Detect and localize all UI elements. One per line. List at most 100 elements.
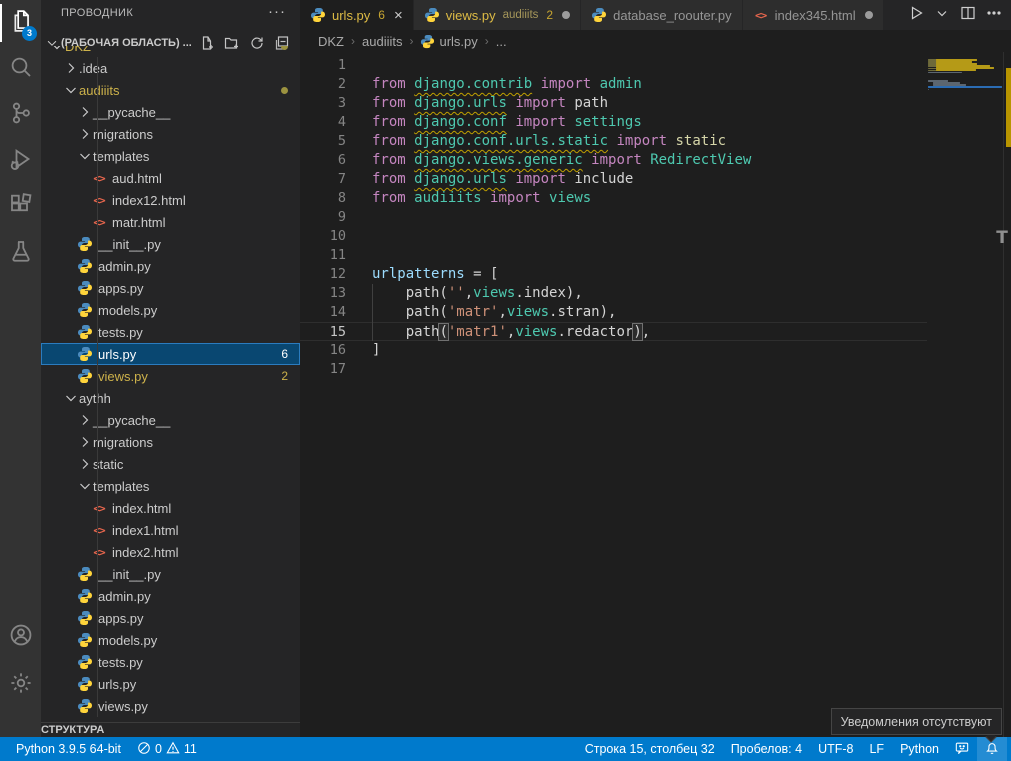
status-indentation[interactable]: Пробелов: 4 bbox=[723, 737, 810, 761]
tree-item-index12.html[interactable]: <>index12.html bbox=[41, 189, 300, 211]
tree-item-static[interactable]: static bbox=[41, 453, 300, 475]
tree-item-models.py[interactable]: models.py bbox=[41, 299, 300, 321]
tree-item-aythh[interactable]: aythh bbox=[41, 387, 300, 409]
python-icon bbox=[77, 676, 93, 692]
overview-ruler[interactable] bbox=[1003, 52, 1011, 737]
tree-item-index2.html[interactable]: <>index2.html bbox=[41, 541, 300, 563]
tree-item-views.py[interactable]: views.py2 bbox=[41, 365, 300, 387]
tree-item-templates[interactable]: templates bbox=[41, 145, 300, 167]
code-line-7: 7from django.urls import include bbox=[300, 170, 927, 189]
source-control-icon bbox=[9, 101, 33, 130]
tree-item-__init__.py[interactable]: __init__.py bbox=[41, 233, 300, 255]
tree-item-admin.py[interactable]: admin.py bbox=[41, 255, 300, 277]
overview-ruler-warning-marker bbox=[1006, 68, 1011, 147]
tree-item-__init__.py[interactable]: __init__.py bbox=[41, 563, 300, 585]
tree-item-audiiits[interactable]: audiiits bbox=[41, 79, 300, 101]
python-icon bbox=[77, 280, 93, 296]
breadcrumb-item-urls.py[interactable]: urls.py bbox=[439, 34, 477, 49]
status-label: Строка 15, столбец 32 bbox=[585, 742, 715, 756]
vscode-window: 3 ПРОВОДНИК ··· (РАБОЧАЯ ОБЛАСТЬ) ... DK… bbox=[0, 0, 1011, 761]
breadcrumb-item-DKZ[interactable]: DKZ bbox=[318, 34, 344, 49]
status-eol[interactable]: LF bbox=[861, 737, 892, 761]
tab-index345.html[interactable]: <>index345.html bbox=[743, 0, 884, 30]
tab-database_roouter.py[interactable]: database_roouter.py bbox=[581, 0, 743, 30]
line-content: from django.views.generic import Redirec… bbox=[346, 151, 751, 170]
breadcrumb-separator: › bbox=[485, 34, 489, 48]
tree-item-models.py[interactable]: models.py bbox=[41, 629, 300, 651]
more-actions-button[interactable] bbox=[983, 4, 1005, 26]
chevron-down-icon bbox=[63, 390, 79, 406]
html-icon: <> bbox=[91, 522, 107, 538]
tree-item-label: matr.html bbox=[112, 215, 165, 230]
error-icon bbox=[137, 741, 151, 758]
tree-item-label: index1.html bbox=[112, 523, 178, 538]
sidebar-more-actions-button[interactable]: ··· bbox=[268, 3, 286, 20]
activity-bar-item-run-and-debug[interactable] bbox=[0, 138, 41, 184]
chevron-right-icon bbox=[77, 104, 93, 120]
tree-item-apps.py[interactable]: apps.py bbox=[41, 607, 300, 629]
tab-label: urls.py bbox=[332, 8, 370, 23]
tree-item-urls.py[interactable]: urls.py bbox=[41, 673, 300, 695]
tree-item-templates[interactable]: templates bbox=[41, 475, 300, 497]
code-line-15: 15 path('matr1',views.redactor), bbox=[300, 322, 927, 341]
tree-item-tests.py[interactable]: tests.py bbox=[41, 651, 300, 673]
line-content: ] bbox=[346, 341, 380, 360]
status-encoding[interactable]: UTF-8 bbox=[810, 737, 861, 761]
tree-item-aud.html[interactable]: <>aud.html bbox=[41, 167, 300, 189]
minimap[interactable] bbox=[928, 57, 1002, 177]
tab-views.py[interactable]: views.pyaudiiits2 bbox=[414, 0, 581, 30]
tree-item-label: tests.py bbox=[98, 655, 143, 670]
activity-bar-item-settings[interactable] bbox=[0, 661, 41, 709]
tab-label: index345.html bbox=[775, 8, 856, 23]
tree-item-index.html[interactable]: <>index.html bbox=[41, 497, 300, 519]
breadcrumb[interactable]: DKZ›audiiits›urls.py›... bbox=[300, 30, 1011, 52]
tree-item-matr.html[interactable]: <>matr.html bbox=[41, 211, 300, 233]
activity-bar-item-explorer[interactable]: 3 bbox=[0, 0, 41, 46]
split-editor-button[interactable] bbox=[957, 4, 979, 26]
python-icon bbox=[424, 7, 440, 23]
code-line-4: 4from django.conf import settings bbox=[300, 113, 927, 132]
breadcrumb-item-audiiits[interactable]: audiiits bbox=[362, 34, 402, 49]
chevron-down-icon bbox=[49, 46, 65, 54]
breadcrumb-item-...[interactable]: ... bbox=[496, 34, 507, 49]
tree-item-admin.py[interactable]: admin.py bbox=[41, 585, 300, 607]
html-icon: <> bbox=[91, 170, 107, 186]
run-button[interactable] bbox=[905, 4, 927, 26]
outline-section-header[interactable]: СТРУКТУРА bbox=[41, 722, 300, 737]
status-problems[interactable]: 011 bbox=[129, 737, 205, 761]
activity-bar-item-search[interactable] bbox=[0, 46, 41, 92]
tree-item-.idea[interactable]: .idea bbox=[41, 57, 300, 79]
code-editor[interactable]: 12from django.contrib import admin3from … bbox=[300, 52, 1011, 737]
status-cursor-position[interactable]: Строка 15, столбец 32 bbox=[577, 737, 723, 761]
python-icon bbox=[77, 698, 93, 714]
tree-item-views.py[interactable]: views.py bbox=[41, 695, 300, 717]
tab-urls.py[interactable]: urls.py6× bbox=[300, 0, 414, 30]
activity-bar-item-accounts[interactable] bbox=[0, 613, 41, 661]
activity-bar-item-testing[interactable] bbox=[0, 230, 41, 276]
line-number: 1 bbox=[300, 56, 346, 75]
close-icon[interactable]: × bbox=[394, 8, 403, 23]
tree-item-urls.py[interactable]: urls.py6 bbox=[41, 343, 300, 365]
activity-bar-item-source-control[interactable] bbox=[0, 92, 41, 138]
tree-item-DKZ[interactable]: DKZ bbox=[41, 46, 300, 57]
status-language-mode[interactable]: Python bbox=[892, 737, 947, 761]
python-icon bbox=[420, 34, 435, 49]
tree-item-apps.py[interactable]: apps.py bbox=[41, 277, 300, 299]
tab-label: database_roouter.py bbox=[613, 8, 732, 23]
line-number: 14 bbox=[300, 303, 346, 322]
status-python-interpreter[interactable]: Python 3.9.5 64-bit bbox=[8, 737, 129, 761]
tree-item-migrations[interactable]: migrations bbox=[41, 123, 300, 145]
tree-item-__pycache__[interactable]: __pycache__ bbox=[41, 409, 300, 431]
line-content: from django.conf import settings bbox=[346, 113, 642, 132]
tab-label: views.py bbox=[446, 8, 496, 23]
tree-item-tests.py[interactable]: tests.py bbox=[41, 321, 300, 343]
status-feedback[interactable] bbox=[947, 737, 977, 761]
tree-item-label: audiiits bbox=[79, 83, 119, 98]
line-number: 4 bbox=[300, 113, 346, 132]
tree-item-index1.html[interactable]: <> index1.html bbox=[41, 519, 300, 541]
tree-item-__pycache__[interactable]: __pycache__ bbox=[41, 101, 300, 123]
run-debug-icon bbox=[9, 147, 33, 176]
tree-item-migrations[interactable]: migrations bbox=[41, 431, 300, 453]
run-dropdown[interactable] bbox=[931, 4, 953, 26]
activity-bar-item-extensions[interactable] bbox=[0, 184, 41, 230]
